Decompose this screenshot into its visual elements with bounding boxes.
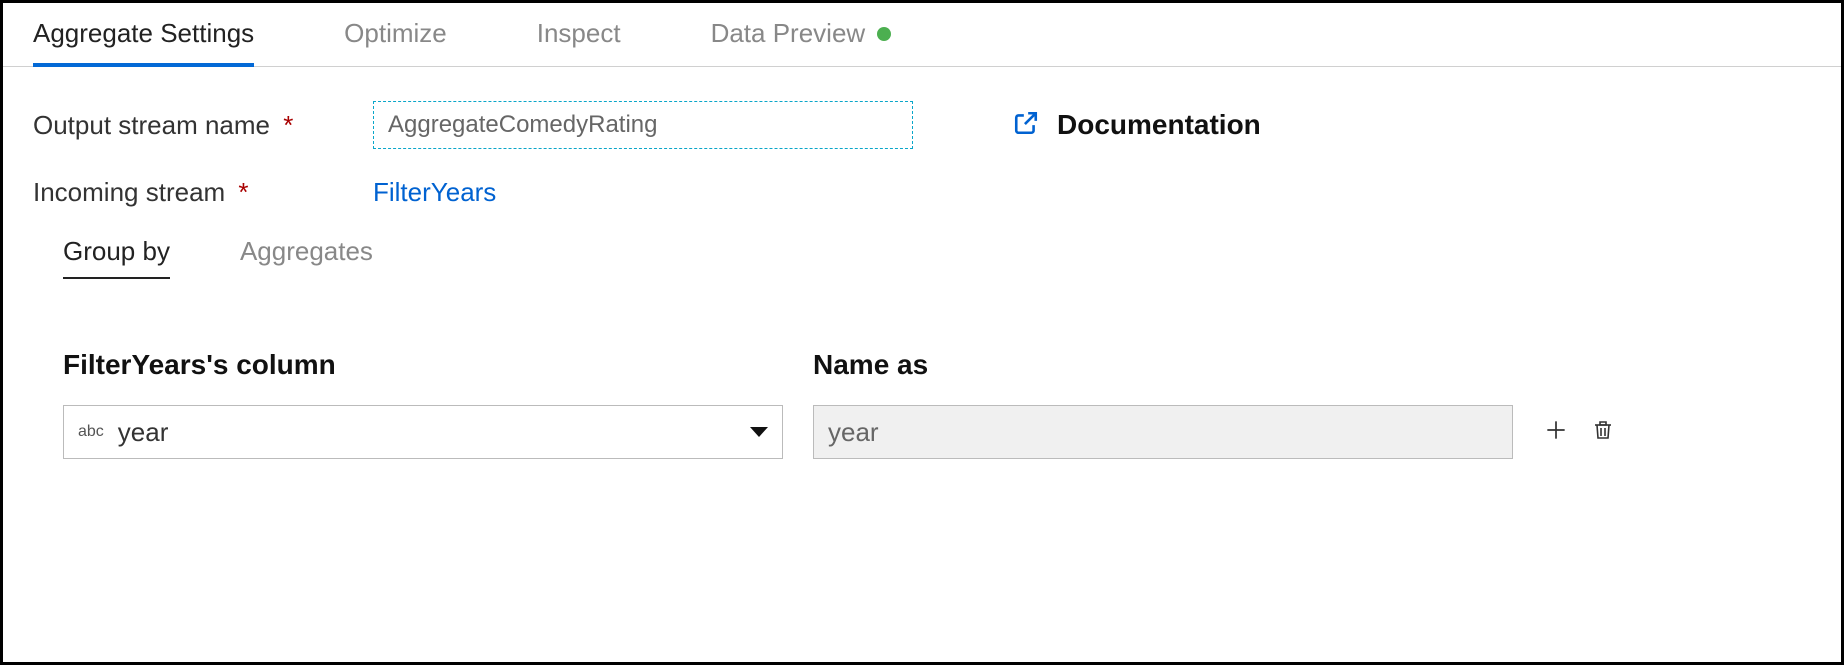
- row-actions: [1543, 417, 1615, 448]
- group-by-row: abc year: [63, 405, 1781, 459]
- output-stream-row: Output stream name * Documentation: [33, 101, 1811, 149]
- select-value: year: [118, 417, 169, 448]
- label-text: Output stream name: [33, 110, 270, 140]
- settings-content: Output stream name * Documentation Incom…: [3, 67, 1841, 459]
- main-tabs: Aggregate Settings Optimize Inspect Data…: [3, 3, 1841, 67]
- select-value-wrapper: abc year: [78, 417, 168, 448]
- tab-aggregate-settings[interactable]: Aggregate Settings: [33, 4, 254, 67]
- required-asterisk: *: [283, 110, 293, 140]
- sub-tabs: Group by Aggregates: [63, 236, 1811, 279]
- tab-label: Data Preview: [711, 18, 866, 49]
- tab-inspect[interactable]: Inspect: [537, 4, 621, 67]
- name-as-header: Name as: [813, 349, 928, 381]
- subtab-group-by[interactable]: Group by: [63, 236, 170, 279]
- aggregate-settings-panel: Aggregate Settings Optimize Inspect Data…: [0, 0, 1844, 665]
- tab-data-preview[interactable]: Data Preview: [711, 4, 892, 67]
- output-stream-label: Output stream name *: [33, 110, 373, 141]
- add-row-button[interactable]: [1543, 417, 1569, 448]
- subtab-aggregates[interactable]: Aggregates: [240, 236, 373, 279]
- subtab-label: Aggregates: [240, 236, 373, 266]
- source-column-select[interactable]: abc year: [63, 405, 783, 459]
- tab-optimize[interactable]: Optimize: [344, 4, 447, 67]
- documentation-link[interactable]: Documentation: [1013, 109, 1261, 141]
- type-string-icon: abc: [78, 423, 104, 441]
- label-text: Incoming stream: [33, 177, 225, 207]
- incoming-stream-label: Incoming stream *: [33, 177, 373, 208]
- tab-label: Inspect: [537, 18, 621, 49]
- incoming-stream-row: Incoming stream * FilterYears: [33, 177, 1811, 208]
- chevron-down-icon: [750, 427, 768, 437]
- incoming-stream-link[interactable]: FilterYears: [373, 177, 496, 208]
- name-as-input[interactable]: [813, 405, 1513, 459]
- column-headers: FilterYears's column Name as: [63, 349, 1781, 381]
- group-by-section: FilterYears's column Name as abc year: [33, 349, 1811, 459]
- documentation-text: Documentation: [1057, 109, 1261, 141]
- output-stream-input[interactable]: [373, 101, 913, 149]
- external-link-icon: [1013, 110, 1039, 141]
- tab-label: Aggregate Settings: [33, 18, 254, 49]
- tab-label: Optimize: [344, 18, 447, 49]
- required-asterisk: *: [238, 177, 248, 207]
- subtab-label: Group by: [63, 236, 170, 266]
- delete-row-button[interactable]: [1591, 417, 1615, 448]
- source-column-header: FilterYears's column: [63, 349, 813, 381]
- status-dot-icon: [877, 27, 891, 41]
